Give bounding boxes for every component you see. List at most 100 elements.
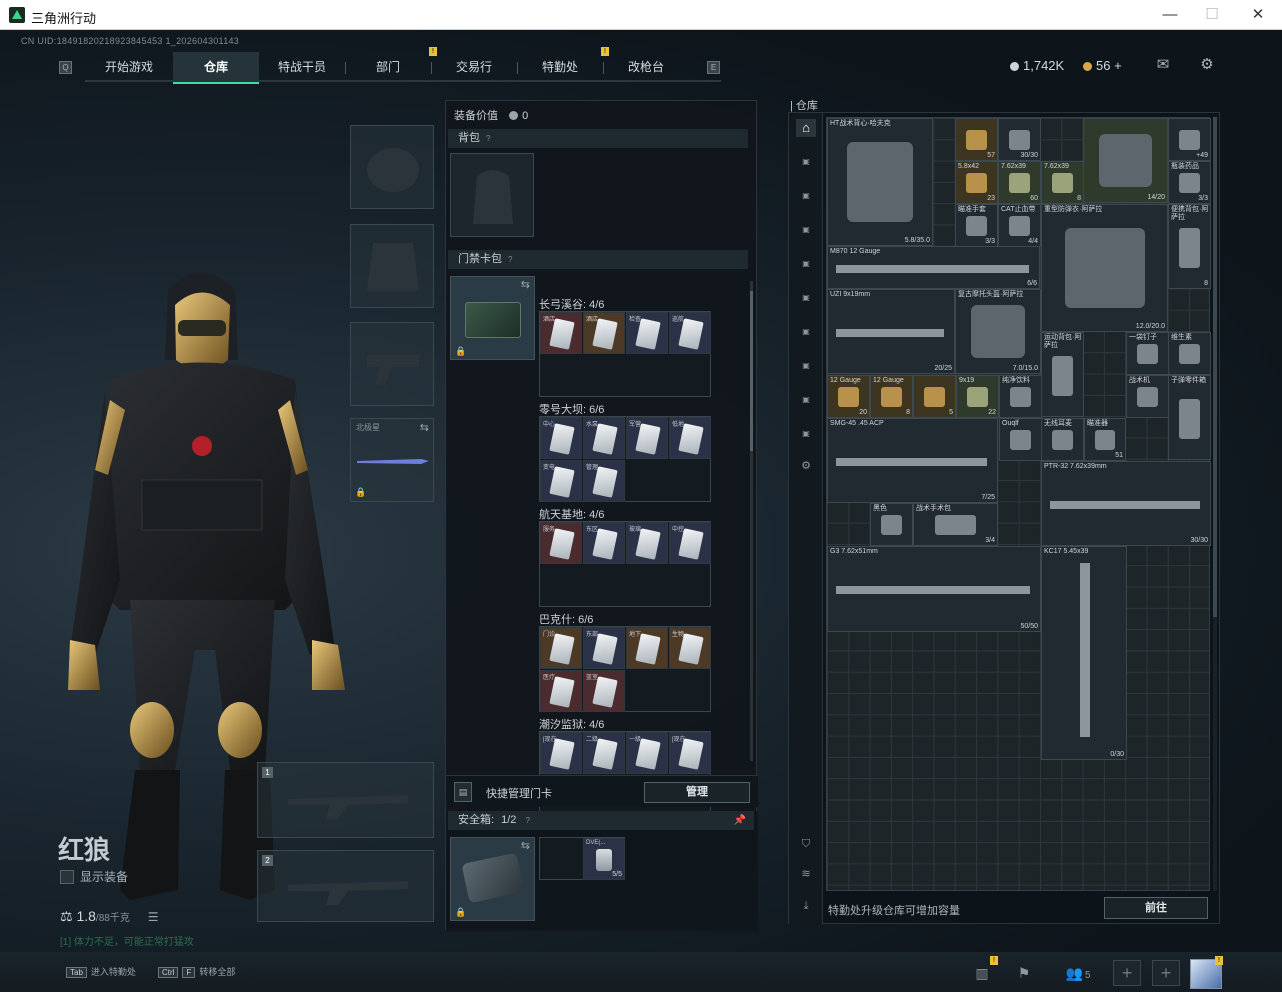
warehouse-home-icon[interactable]: ⌂ <box>796 119 816 137</box>
tidy-icon[interactable]: ⤓ <box>796 897 816 915</box>
safebox-item[interactable]: DVE(... 5/5 <box>583 838 625 880</box>
warehouse-item[interactable]: 战术机 <box>1126 375 1169 418</box>
show-equipment-toggle[interactable]: 显示装备 <box>60 868 128 885</box>
tab-gunsmith[interactable]: 改枪台 <box>603 52 689 84</box>
keycard-item[interactable]: 服务 <box>540 522 582 564</box>
scrollbar-thumb[interactable] <box>1213 117 1217 617</box>
sidebar-tab-icon[interactable]: ▣ <box>796 255 816 273</box>
keycard-item[interactable]: 管理 <box>583 460 625 502</box>
nav-prev-icon[interactable]: Q <box>59 61 72 74</box>
close-button[interactable]: ✕ <box>1246 4 1270 26</box>
player-avatar[interactable]: ! <box>1190 956 1223 989</box>
keycard-item[interactable]: 军营 <box>626 417 668 459</box>
warehouse-item[interactable]: PTR-32 7.62x39mm 30/30 <box>1041 461 1211 546</box>
filter-icon[interactable]: ⛉ <box>796 835 816 853</box>
warehouse-item[interactable]: 便携背包·阿萨拉 8 <box>1168 204 1211 289</box>
warehouse-item[interactable]: 战术手术包 3/4 <box>913 503 998 546</box>
sidebar-tab-icon[interactable]: ▣ <box>796 425 816 443</box>
swap-icon[interactable]: ⇆ <box>420 421 429 434</box>
keycard-item[interactable]: 低地 <box>669 417 711 459</box>
keycard-item[interactable]: 检查 <box>626 312 668 354</box>
warehouse-item[interactable]: 7.62x39 60 <box>998 161 1041 204</box>
go-button[interactable]: 前往 <box>1104 897 1208 919</box>
keycard-item[interactable]: 酒店 <box>540 312 582 354</box>
warehouse-item[interactable]: 复古摩托头盔·阿萨拉 7.0/15.0 <box>955 289 1041 374</box>
keycard-item[interactable]: 玻璃 <box>626 522 668 564</box>
tab-trading[interactable]: 交易行 <box>431 52 517 84</box>
warehouse-item[interactable]: 57 <box>955 118 998 161</box>
warehouse-item[interactable]: 5 <box>913 375 956 418</box>
hint-enter-special-ops[interactable]: Tab 进入特勤处 <box>66 965 136 978</box>
flag-icon[interactable]: ⚑ <box>1010 960 1038 986</box>
warehouse-item[interactable]: 9x19 22 <box>956 375 999 418</box>
warehouse-item[interactable]: M870 12 Gauge 6/6 <box>827 246 1040 289</box>
swap-icon[interactable]: ⇆ <box>521 278 530 291</box>
keycard-item[interactable]: 二级 <box>583 732 625 774</box>
sidebar-tab-icon[interactable]: ▣ <box>796 323 816 341</box>
sidebar-tab-icon[interactable]: ▣ <box>796 289 816 307</box>
tab-operators[interactable]: 特战干员 <box>259 52 345 84</box>
keycard-item[interactable]: 水泵 <box>583 417 625 459</box>
warehouse-item[interactable]: +49 <box>1168 118 1211 161</box>
tab-start-game[interactable]: 开始游戏 <box>87 52 171 84</box>
sort-settings-icon[interactable]: ⚙ <box>796 457 816 475</box>
scrollbar[interactable] <box>750 281 753 761</box>
keycard-item[interactable]: 中心 <box>540 417 582 459</box>
warehouse-item[interactable]: 瞄准器 51 <box>1084 418 1126 461</box>
warehouse-item[interactable]: 一袋钉子 <box>1126 332 1169 375</box>
warehouse-item[interactable]: Ouqlf <box>999 418 1042 461</box>
stats-chart-icon[interactable]: ▥! <box>968 956 998 986</box>
keycard-item[interactable]: 酒店 <box>583 312 625 354</box>
keycard-item[interactable]: 变电 <box>540 460 582 502</box>
backpack-slot[interactable] <box>450 153 534 237</box>
squad-icon[interactable]: 👥 5 <box>1058 960 1098 986</box>
help-icon[interactable]: ? <box>486 134 490 143</box>
list-icon[interactable]: ☰ <box>148 910 159 924</box>
keycard-item[interactable]: 巡航 <box>669 312 711 354</box>
warehouse-item[interactable]: CAT止血带 4/4 <box>998 204 1041 247</box>
manage-button[interactable]: 管理 <box>644 782 750 803</box>
primary-weapon-slot-1[interactable]: 1 <box>257 762 434 838</box>
warehouse-scrollbar[interactable] <box>1213 117 1217 891</box>
warehouse-item[interactable]: 维生素 <box>1168 332 1211 375</box>
keycard-item[interactable]: 医疗 <box>540 670 582 712</box>
warehouse-item[interactable]: 30/30 <box>998 118 1041 161</box>
warehouse-item[interactable]: 运动背包·阿萨拉 <box>1041 332 1084 417</box>
warehouse-item[interactable]: 重型防弹衣·阿萨拉 12.0/20.0 <box>1041 204 1168 332</box>
currency-main[interactable]: 1,742K <box>1010 58 1064 73</box>
nav-next-icon[interactable]: E <box>707 61 720 74</box>
tab-department[interactable]: 部门! <box>345 47 437 84</box>
warehouse-item[interactable]: G3 7.62x51mm 50/50 <box>827 546 1041 632</box>
warehouse-item[interactable]: 纯净饮料 <box>999 375 1042 418</box>
keycard-item[interactable]: 地下 <box>626 627 668 669</box>
keycard-item[interactable]: 东部 <box>583 627 625 669</box>
warehouse-item[interactable]: 瞄准手套 3/3 <box>955 204 998 247</box>
melee-slot[interactable]: 北极星 ⇆ 🔒 <box>350 418 434 502</box>
invite-slot-button[interactable]: + <box>1113 960 1141 986</box>
layers-icon[interactable]: ≋ <box>796 865 816 883</box>
warehouse-item[interactable]: 黑色 <box>870 503 913 546</box>
keycard-case-slot[interactable]: ⇆ 🔒 <box>450 276 535 360</box>
warehouse-item[interactable]: 14/20 <box>1083 118 1168 203</box>
checkbox[interactable] <box>60 870 74 884</box>
warehouse-item[interactable]: KC17 5.45x39 0/30 <box>1041 546 1127 760</box>
keycard-item[interactable]: [现在 <box>669 732 711 774</box>
warehouse-item[interactable]: 5.8x42 23 <box>955 161 998 204</box>
keycard-item[interactable]: 东区 <box>583 522 625 564</box>
help-icon[interactable]: ? <box>525 816 529 825</box>
helmet-slot[interactable] <box>350 125 434 209</box>
maximize-button[interactable]: ☐ <box>1200 4 1224 26</box>
currency-secondary[interactable]: 56 + <box>1083 58 1122 73</box>
warehouse-item[interactable]: 7.62x39 8 <box>1041 161 1084 204</box>
sidebar-tab-icon[interactable]: ▣ <box>796 221 816 239</box>
keycard-item[interactable]: 生物 <box>669 627 711 669</box>
sidebar-tab-icon[interactable]: ▣ <box>796 357 816 375</box>
warehouse-item[interactable]: 子弹零件箱 <box>1168 375 1211 460</box>
sidebar-tab-icon[interactable]: ▣ <box>796 153 816 171</box>
warehouse-item[interactable]: 12 Gauge 8 <box>870 375 913 418</box>
warehouse-item[interactable]: HT战术背心·哈夫克 5.8/35.0 <box>827 118 933 246</box>
warehouse-item[interactable]: 无线耳麦 <box>1041 418 1084 461</box>
swap-icon[interactable]: ⇆ <box>521 839 530 852</box>
armor-slot[interactable] <box>350 224 434 308</box>
warehouse-item[interactable]: 12 Gauge 20 <box>827 375 870 418</box>
